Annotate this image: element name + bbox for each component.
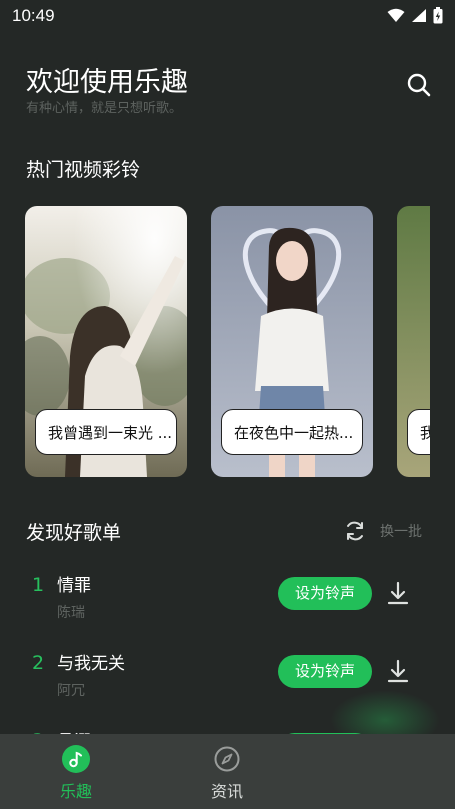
playlist-section-title: 发现好歌单 [26, 522, 122, 544]
refresh-icon [347, 521, 363, 541]
download-icon [387, 659, 409, 683]
nav-label: 乐趣 [59, 782, 92, 801]
song-row[interactable]: 1 情罪 陈瑞 设为铃声 [0, 566, 455, 636]
song-row[interactable]: 2 与我无关 阿冗 设为铃声 [0, 644, 455, 714]
nav-item-news[interactable]: 资讯 [187, 734, 267, 809]
compass-icon [213, 745, 241, 773]
status-time: 10:49 [12, 6, 55, 25]
refresh-button[interactable]: 换一批 [344, 520, 422, 542]
song-title: 与我无关 [57, 654, 125, 674]
battery-icon [433, 7, 443, 24]
video-card[interactable]: 我 [397, 206, 430, 477]
video-caption: 我曾遇到一束光 ... [35, 409, 177, 455]
page-title: 欢迎使用乐趣 [26, 67, 188, 98]
set-ringtone-button[interactable]: 设为铃声 [278, 655, 372, 688]
bottom-nav: 乐趣 资讯 [0, 734, 455, 809]
search-icon [407, 73, 431, 97]
video-caption: 我 [407, 409, 430, 455]
refresh-label: 换一批 [380, 524, 422, 540]
set-ringtone-button[interactable]: 设为铃声 [278, 577, 372, 610]
signal-icon [412, 9, 426, 22]
video-card[interactable]: 在夜色中一起热... [211, 206, 373, 477]
song-title: 情罪 [57, 576, 91, 596]
download-button[interactable] [385, 658, 411, 684]
status-icons [387, 7, 443, 24]
page-subtitle: 有种心情，就是只想听歌。 [26, 101, 183, 116]
music-note-icon [62, 745, 90, 773]
song-rank: 1 [32, 574, 45, 596]
video-section-title: 热门视频彩铃 [26, 159, 141, 181]
search-button[interactable] [406, 72, 432, 98]
nav-item-lequ[interactable]: 乐趣 [36, 734, 116, 809]
wifi-icon [387, 8, 405, 22]
status-bar: 10:49 [0, 0, 455, 32]
download-button[interactable] [385, 580, 411, 606]
nav-label: 资讯 [210, 782, 243, 801]
video-card[interactable]: 我曾遇到一束光 ... [25, 206, 187, 477]
download-icon [387, 581, 409, 605]
song-artist: 阿冗 [57, 683, 85, 699]
song-rank: 2 [32, 652, 45, 674]
song-artist: 陈瑞 [57, 605, 85, 621]
video-caption: 在夜色中一起热... [221, 409, 363, 455]
